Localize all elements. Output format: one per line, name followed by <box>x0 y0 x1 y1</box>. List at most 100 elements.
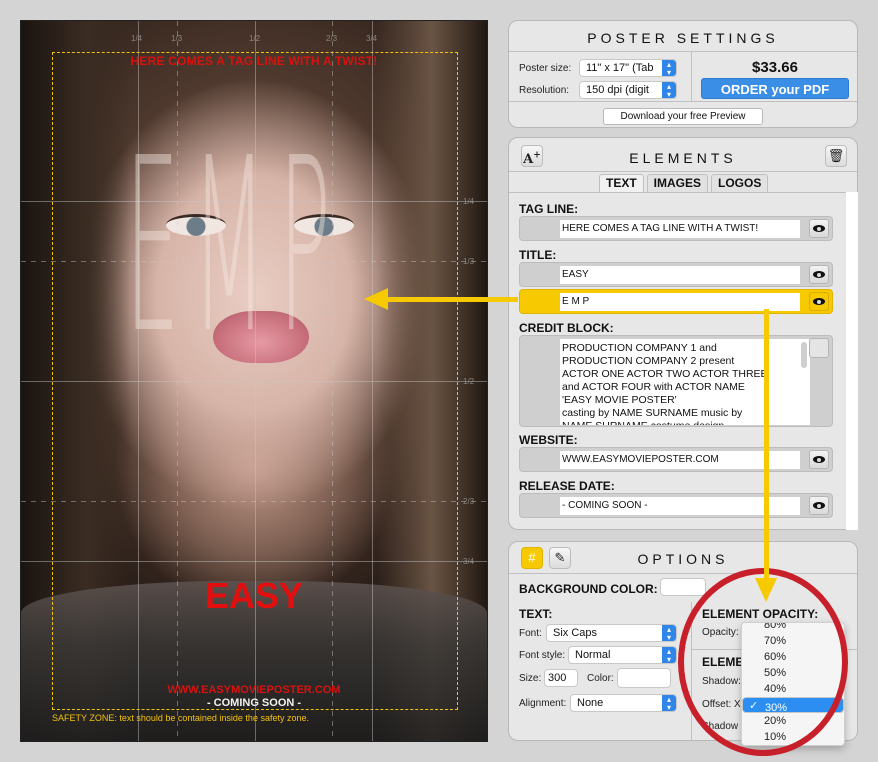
opacity-option-label: 60% <box>764 651 787 663</box>
toggle-visibility-button[interactable] <box>809 265 829 284</box>
credit-block-label: CREDIT BLOCK: <box>519 321 614 335</box>
title-row-selected[interactable]: E M P <box>519 289 833 314</box>
credit-line: and ACTOR FOUR with ACTOR NAME <box>562 381 745 393</box>
opacity-option[interactable]: 80% <box>742 623 844 633</box>
size-input[interactable]: 300 <box>544 669 578 687</box>
font-value: Six Caps <box>553 627 598 639</box>
shadow-label: Shadow: <box>702 676 741 687</box>
add-text-button[interactable]: A+ <box>521 145 543 167</box>
background-color-swatch[interactable] <box>660 578 706 596</box>
poster-website[interactable]: WWW.EASYMOVIEPOSTER.COM <box>21 684 487 696</box>
tag-line-input[interactable]: HERE COMES A TAG LINE WITH A TWIST! <box>560 220 800 238</box>
title-input[interactable]: EASY <box>560 266 800 284</box>
divider <box>691 602 692 741</box>
credit-block-row[interactable]: PRODUCTION COMPANY 1 and PRODUCTION COMP… <box>519 335 833 427</box>
delete-element-button[interactable]: 🗑 <box>825 145 847 167</box>
elements-list: TAG LINE: HERE COMES A TAG LINE WITH A T… <box>509 192 846 530</box>
poster-release-date[interactable]: - COMING SOON - <box>21 697 487 709</box>
release-date-row[interactable]: - COMING SOON - <box>519 493 833 518</box>
divider <box>691 52 692 101</box>
toggle-visibility-button[interactable] <box>809 496 829 515</box>
grid-label: 3/4 <box>463 557 475 566</box>
eye-icon <box>813 298 825 306</box>
edit-icon: ✎ <box>554 550 566 565</box>
background-color-label: BACKGROUND COLOR: <box>519 582 658 596</box>
title-row[interactable]: EASY <box>519 262 833 287</box>
website-label: WEBSITE: <box>519 433 578 447</box>
toggle-visibility-button[interactable] <box>809 292 829 311</box>
opacity-option[interactable]: 60% <box>742 649 844 665</box>
annotation-arrow-line <box>764 309 769 581</box>
grid-label: 1/3 <box>463 257 475 266</box>
font-select[interactable]: Six Caps ▴ ▾ <box>546 624 677 642</box>
poster-size-select[interactable]: 11" x 17" (Tab ▴ ▾ <box>579 59 677 77</box>
toggle-visibility-button[interactable] <box>809 450 829 469</box>
font-style-label: Font style: <box>519 650 566 661</box>
elements-header: A+ ELEMENTS 🗑 <box>509 138 857 172</box>
color-label: Color: <box>587 673 614 684</box>
tag-line-label: TAG LINE: <box>519 202 579 216</box>
trash-icon: 🗑 <box>827 148 845 163</box>
opacity-dropdown[interactable]: 80% 70% 60% 50% 40% ✓ 30% 20% 10% <box>741 622 845 746</box>
grid-label: 3/4 <box>366 34 378 43</box>
credit-line: ACTOR ONE ACTOR TWO ACTOR THREE <box>562 368 768 380</box>
poster-tagline[interactable]: HERE COMES A TAG LINE WITH A TWIST! <box>21 54 487 68</box>
toggle-visibility-button[interactable] <box>809 219 829 238</box>
divider <box>509 101 857 102</box>
opacity-option[interactable]: 20% <box>742 713 844 729</box>
opacity-option-label: 40% <box>764 683 787 695</box>
resolution-label: Resolution: <box>519 85 570 96</box>
font-style-select[interactable]: Normal ▴ ▾ <box>568 646 677 664</box>
opacity-option[interactable]: 50% <box>742 665 844 681</box>
tag-line-row[interactable]: HERE COMES A TAG LINE WITH A TWIST! <box>519 216 833 241</box>
poster-size-label: Poster size: <box>519 63 572 74</box>
credit-block-textarea[interactable]: PRODUCTION COMPANY 1 and PRODUCTION COMP… <box>560 339 810 425</box>
poster-canvas[interactable]: 1/4 1/3 1/2 2/3 3/4 1/4 1/3 1/2 2/3 3/4 … <box>20 20 488 742</box>
grid-label: 1/3 <box>171 34 183 43</box>
arrow-down-icon <box>755 578 777 602</box>
font-style-value: Normal <box>575 649 611 661</box>
font-label: Font: <box>519 628 542 639</box>
eye-icon <box>813 456 825 464</box>
opacity-option-selected[interactable]: ✓ 30% <box>742 697 844 713</box>
title-label: TITLE: <box>519 248 557 262</box>
credit-line: 'EASY MOVIE POSTER' <box>562 394 677 406</box>
element-shadow-label: ELEMENT SHADOW: <box>702 655 742 669</box>
price: $33.66 <box>752 59 798 76</box>
order-pdf-button[interactable]: ORDER your PDF <box>701 78 849 99</box>
grid-label: 1/4 <box>463 197 475 206</box>
add-text-icon: A+ <box>523 151 541 168</box>
select-stepper-icon: ▴ ▾ <box>662 60 676 76</box>
website-row[interactable]: WWW.EASYMOVIEPOSTER.COM <box>519 447 833 472</box>
resolution-select[interactable]: 150 dpi (digit ▴ ▾ <box>579 81 677 99</box>
grid-icon: # <box>528 550 536 565</box>
alignment-select[interactable]: None ▴ ▾ <box>570 694 677 712</box>
poster-title[interactable]: EASY <box>21 575 487 617</box>
annotation-arrow-line <box>386 297 518 302</box>
poster-size-value: 11" x 17" (Tab <box>586 62 654 74</box>
select-stepper-icon: ▴ ▾ <box>662 695 676 711</box>
select-stepper-icon: ▴ ▾ <box>662 647 676 663</box>
opacity-option[interactable]: 10% <box>742 729 844 745</box>
elements-scrollbar[interactable] <box>846 192 858 530</box>
opacity-option-label: 20% <box>764 715 787 727</box>
select-stepper-icon: ▴ ▾ <box>662 82 676 98</box>
text-color-swatch[interactable] <box>617 668 671 688</box>
release-date-label: RELEASE DATE: <box>519 479 615 493</box>
tab-logos[interactable]: LOGOS <box>711 174 769 192</box>
opacity-option-label: 50% <box>764 667 787 679</box>
opacity-option[interactable]: 70% <box>742 633 844 649</box>
opacity-option[interactable]: 40% <box>742 681 844 697</box>
download-preview-button[interactable]: Download your free Preview <box>603 108 763 125</box>
credit-block-button[interactable] <box>809 338 829 358</box>
edit-options-button[interactable]: ✎ <box>549 547 571 569</box>
tab-text[interactable]: TEXT <box>599 174 644 192</box>
arrow-left-icon <box>364 288 388 310</box>
textarea-scrollbar[interactable] <box>801 342 807 368</box>
tab-images[interactable]: IMAGES <box>646 174 709 192</box>
poster-settings-panel: POSTER SETTINGS Poster size: 11" x 17" (… <box>508 20 858 128</box>
grid-toggle-button[interactable]: # <box>521 547 543 569</box>
offset-x-label: Offset: X <box>702 699 741 710</box>
checkmark-icon: ✓ <box>749 700 759 712</box>
safety-zone-note: SAFETY ZONE: text should be contained in… <box>52 713 309 723</box>
